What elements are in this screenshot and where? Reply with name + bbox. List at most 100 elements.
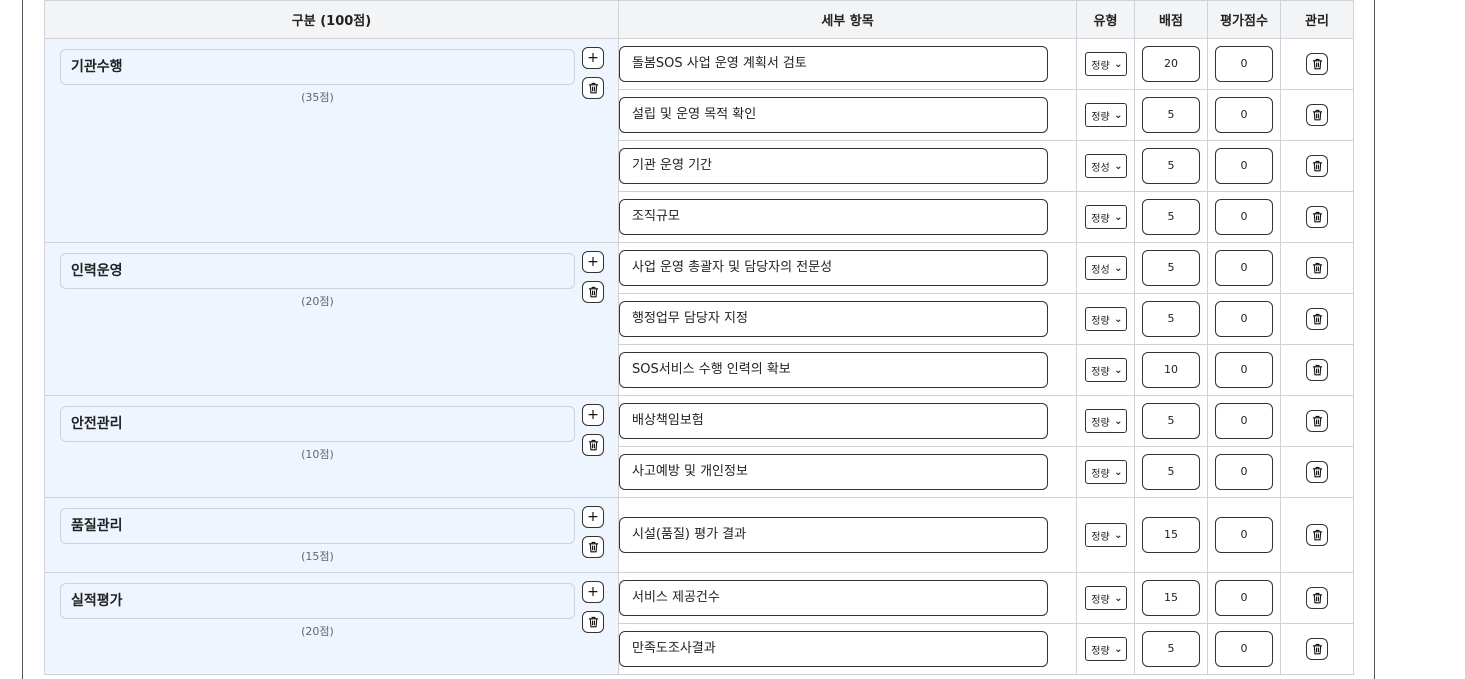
score-input[interactable]: 0 [1215, 580, 1273, 616]
type-select[interactable]: 정량 ⌄ [1084, 409, 1127, 433]
delete-item-button[interactable] [1306, 53, 1328, 75]
type-select[interactable]: 정량 ⌄ [1084, 586, 1127, 610]
type-select[interactable]: 정량 ⌄ [1084, 460, 1127, 484]
delete-item-button[interactable] [1306, 359, 1328, 381]
delete-item-button[interactable] [1306, 104, 1328, 126]
trash-icon [1312, 643, 1322, 655]
max-points-input[interactable]: 5 [1142, 148, 1200, 184]
max-points-input[interactable]: 5 [1142, 301, 1200, 337]
delete-item-button[interactable] [1306, 257, 1328, 279]
score-cell: 0 [1207, 572, 1281, 624]
item-label-input[interactable]: 행정업무 담당자 지정 [619, 301, 1048, 337]
chevron-down-icon: ⌄ [1114, 160, 1123, 172]
item-label-input[interactable]: SOS서비스 수행 인력의 확보 [619, 352, 1048, 388]
delete-category-button[interactable] [582, 611, 604, 633]
trash-icon [588, 541, 598, 553]
category-name-input[interactable]: 기관수행 [60, 49, 575, 85]
score-input[interactable]: 0 [1215, 352, 1273, 388]
delete-item-button[interactable] [1306, 155, 1328, 177]
type-value: 정량 [1091, 417, 1110, 429]
table-row: 안전관리 (10점) + 배상책임보험 정량 ⌄ 5 0 [44, 395, 1354, 498]
category-name-input[interactable]: 실적평가 [60, 583, 575, 619]
delete-item-button[interactable] [1306, 587, 1328, 609]
max-points-input[interactable]: 5 [1142, 97, 1200, 133]
delete-category-button[interactable] [582, 434, 604, 456]
type-select[interactable]: 정량 ⌄ [1084, 637, 1127, 661]
item-cell: 행정업무 담당자 지정 [618, 293, 1077, 345]
max-points-input[interactable]: 5 [1142, 454, 1200, 490]
add-item-button[interactable]: + [582, 251, 604, 273]
category-points: (20점) [301, 625, 334, 638]
delete-item-button[interactable] [1306, 638, 1328, 660]
delete-item-button[interactable] [1306, 308, 1328, 330]
category-name-input[interactable]: 인력운영 [60, 253, 575, 289]
header-max-points: 배점 [1134, 0, 1208, 39]
type-value: 정량 [1091, 60, 1110, 72]
add-item-button[interactable]: + [582, 47, 604, 69]
item-label-input[interactable]: 설립 및 운영 목적 확인 [619, 97, 1048, 133]
max-points-input[interactable]: 5 [1142, 250, 1200, 286]
category-cell: 안전관리 (10점) + [44, 395, 619, 498]
item-label-input[interactable]: 사업 운영 총괄자 및 담당자의 전문성 [619, 250, 1048, 286]
item-cell: 조직규모 [618, 191, 1077, 243]
score-input[interactable]: 0 [1215, 454, 1273, 490]
type-select[interactable]: 정량 ⌄ [1084, 307, 1127, 331]
chevron-down-icon: ⌄ [1114, 415, 1123, 427]
max-points-input[interactable]: 5 [1142, 631, 1200, 667]
delete-category-button[interactable] [582, 536, 604, 558]
item-label-input[interactable]: 만족도조사결과 [619, 631, 1048, 667]
trash-icon [1312, 160, 1322, 172]
score-input[interactable]: 0 [1215, 199, 1273, 235]
max-points-input[interactable]: 15 [1142, 580, 1200, 616]
add-item-button[interactable]: + [582, 581, 604, 603]
delete-item-button[interactable] [1306, 524, 1328, 546]
score-input[interactable]: 0 [1215, 46, 1273, 82]
table-row: 기관수행 (35점) + 돌봄SOS 사업 운영 계획서 검토 정량 ⌄ 20 0 [44, 38, 1354, 243]
score-input[interactable]: 0 [1215, 97, 1273, 133]
delete-item-button[interactable] [1306, 461, 1328, 483]
max-points-input[interactable]: 10 [1142, 352, 1200, 388]
type-select[interactable]: 정성 ⌄ [1084, 154, 1127, 178]
delete-category-button[interactable] [582, 77, 604, 99]
type-select[interactable]: 정성 ⌄ [1084, 256, 1127, 280]
type-cell: 정량 ⌄ [1076, 395, 1135, 447]
type-select[interactable]: 정량 ⌄ [1084, 523, 1127, 547]
delete-category-button[interactable] [582, 281, 604, 303]
item-label-input[interactable]: 조직규모 [619, 199, 1048, 235]
type-value: 정량 [1091, 213, 1110, 225]
item-label-input[interactable]: 사고예방 및 개인정보 [619, 454, 1048, 490]
item-label-input[interactable]: 돌봄SOS 사업 운영 계획서 검토 [619, 46, 1048, 82]
item-label-input[interactable]: 시설(품질) 평가 결과 [619, 517, 1048, 553]
delete-item-button[interactable] [1306, 206, 1328, 228]
max-points-input[interactable]: 20 [1142, 46, 1200, 82]
delete-item-button[interactable] [1306, 410, 1328, 432]
type-cell: 정량 ⌄ [1076, 293, 1135, 345]
max-points-input[interactable]: 15 [1142, 517, 1200, 553]
table-row: 품질관리 (15점) + 시설(품질) 평가 결과 정량 ⌄ 15 0 [44, 497, 1354, 573]
item-label-input[interactable]: 배상책임보험 [619, 403, 1048, 439]
score-cell: 0 [1207, 140, 1281, 192]
score-input[interactable]: 0 [1215, 403, 1273, 439]
category-name-input[interactable]: 품질관리 [60, 508, 575, 544]
type-select[interactable]: 정량 ⌄ [1084, 103, 1127, 127]
type-select[interactable]: 정량 ⌄ [1084, 205, 1127, 229]
add-item-button[interactable]: + [582, 404, 604, 426]
score-cell: 0 [1207, 497, 1281, 573]
category-name-input[interactable]: 안전관리 [60, 406, 575, 442]
max-points-input[interactable]: 5 [1142, 403, 1200, 439]
manage-cell [1280, 293, 1354, 345]
item-cell: SOS서비스 수행 인력의 확보 [618, 344, 1077, 396]
item-label-input[interactable]: 서비스 제공건수 [619, 580, 1048, 616]
score-input[interactable]: 0 [1215, 148, 1273, 184]
score-input[interactable]: 0 [1215, 301, 1273, 337]
type-select[interactable]: 정량 ⌄ [1084, 52, 1127, 76]
item-label-input[interactable]: 기관 운영 기간 [619, 148, 1048, 184]
max-points-input[interactable]: 5 [1142, 199, 1200, 235]
score-input[interactable]: 0 [1215, 517, 1273, 553]
manage-cell [1280, 38, 1354, 90]
trash-icon [1312, 211, 1322, 223]
score-input[interactable]: 0 [1215, 631, 1273, 667]
add-item-button[interactable]: + [582, 506, 604, 528]
score-input[interactable]: 0 [1215, 250, 1273, 286]
type-select[interactable]: 정량 ⌄ [1084, 358, 1127, 382]
